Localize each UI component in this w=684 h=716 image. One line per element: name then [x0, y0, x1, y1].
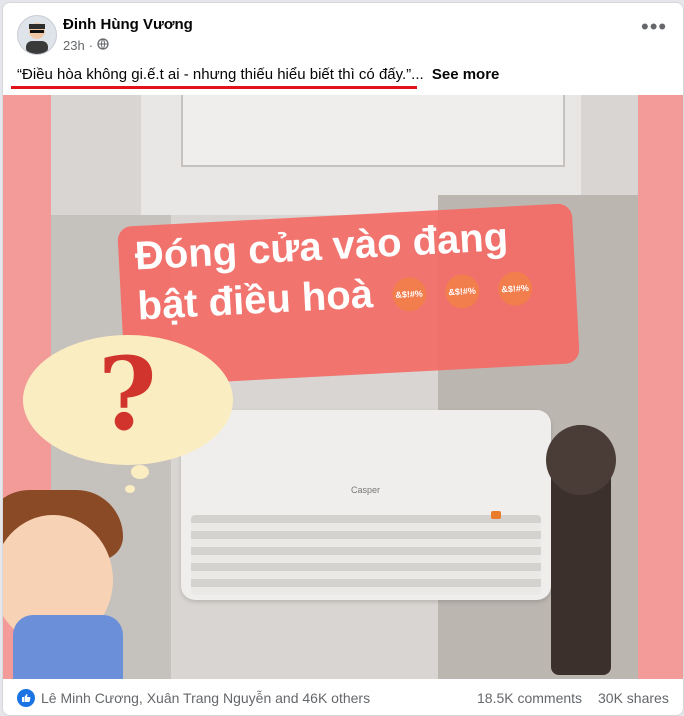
caption-text: “Điều hòa không gi.ế.t ai - nhưng thiếu …: [17, 66, 424, 83]
stair-post-knob: [546, 425, 616, 495]
ac-brand-logo: Casper: [351, 485, 381, 495]
post-footer: Lê Minh Cương, Xuân Trang Nguyễn and 46K…: [3, 683, 683, 715]
post-time[interactable]: 23h: [63, 38, 85, 53]
ac-display-led: [491, 511, 501, 519]
caption-underline: [11, 86, 417, 89]
more-options-icon[interactable]: •••: [641, 16, 666, 41]
thought-bubble-dot: [125, 485, 135, 493]
post-caption: “Điều hòa không gi.ế.t ai - nhưng thiếu …: [17, 66, 499, 83]
reactors-link[interactable]: Lê Minh Cương, Xuân Trang Nguyễn and 46K…: [41, 690, 370, 706]
shares-count[interactable]: 30K shares: [598, 690, 669, 706]
globe-icon: [97, 38, 109, 53]
ac-vent: [191, 515, 541, 595]
see-more-link[interactable]: See more: [432, 66, 500, 83]
author-name[interactable]: Đinh Hùng Vương: [63, 16, 193, 33]
thought-bubble-dot: [131, 465, 149, 479]
post-header: Đinh Hùng Vương 23h · •••: [3, 3, 683, 61]
angry-emoji-icon: &$!#%: [497, 271, 534, 307]
author-avatar[interactable]: [17, 15, 57, 55]
angry-emoji-icon: &$!#%: [391, 276, 427, 313]
banner-line-2-text: bật điều hoà: [136, 272, 375, 329]
comments-count[interactable]: 18.5K comments: [477, 690, 582, 706]
ceiling-recess: [181, 95, 565, 167]
like-icon[interactable]: [17, 689, 35, 707]
cartoon-hand: [58, 580, 108, 620]
cartoon-body: [13, 615, 123, 679]
post-image[interactable]: Casper Đóng cửa vào đang bật điều hoà &$…: [3, 95, 683, 679]
meta-separator: ·: [88, 38, 94, 53]
angry-emoji-icon: &$!#%: [444, 274, 480, 310]
post-card: Đinh Hùng Vương 23h · ••• “Điều hòa khôn…: [2, 2, 684, 716]
post-meta: 23h ·: [63, 38, 109, 53]
question-mark: ?: [98, 335, 157, 453]
